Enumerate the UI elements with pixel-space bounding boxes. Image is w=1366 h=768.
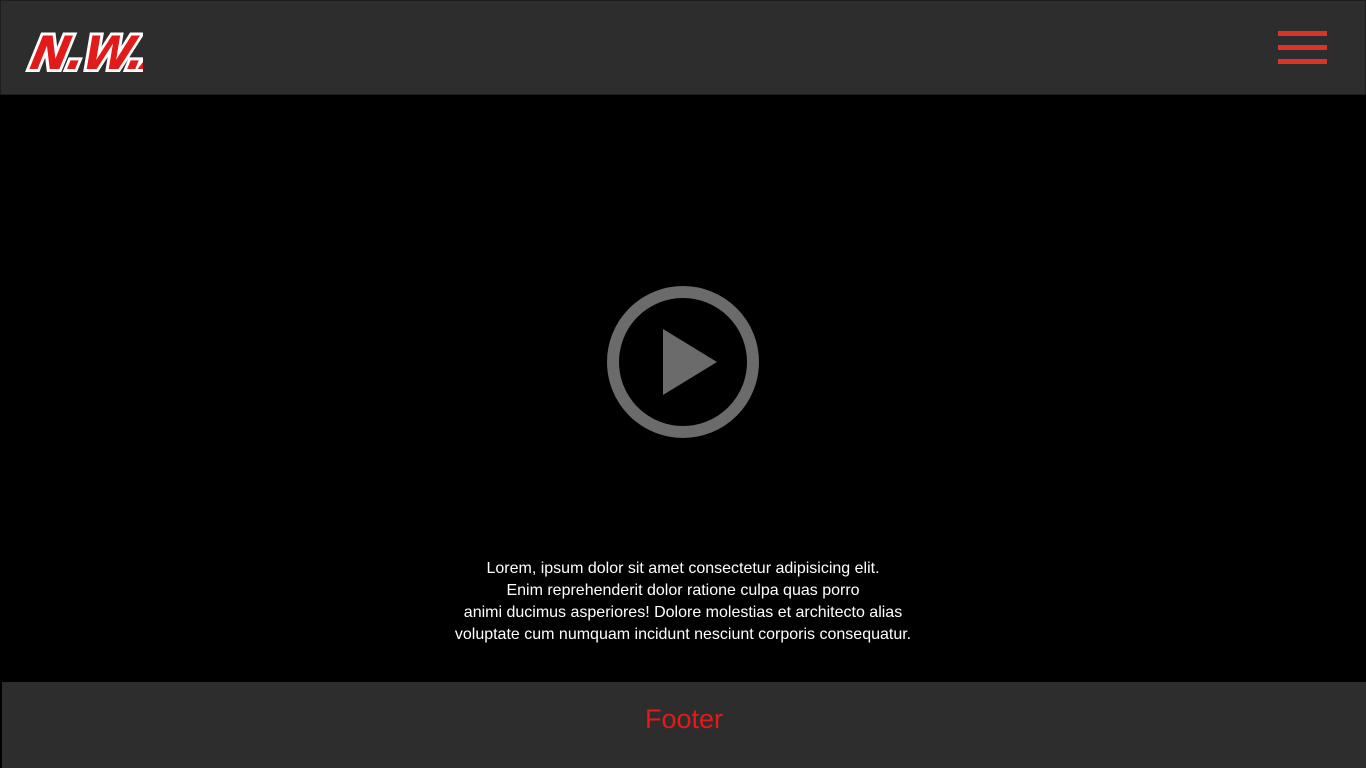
nwa-logo-graphic: N.W.A: [23, 23, 143, 81]
video-caption: Lorem, ipsum dolor sit amet consectetur …: [383, 558, 983, 646]
play-circle-icon: [607, 286, 759, 438]
page: N.W.A Lorem, ipsum dolor sit amet consec…: [0, 0, 1366, 768]
menu-bar-top: [1278, 31, 1327, 36]
site-header: N.W.A: [0, 0, 1366, 95]
footer-label: Footer: [644, 704, 724, 734]
menu-bar-bottom: [1278, 59, 1327, 64]
logo-text: N.W.A: [26, 26, 143, 79]
caption-line: Enim reprehenderit dolor ratione culpa q…: [506, 582, 860, 599]
menu-bar-middle: [1278, 45, 1327, 50]
caption-line: voluptate cum numquam incidunt nesciunt …: [454, 626, 912, 643]
caption-line: animi ducimus asperiores! Dolore molesti…: [463, 604, 903, 621]
caption-line: Lorem, ipsum dolor sit amet consectetur …: [486, 560, 880, 577]
play-button[interactable]: [605, 284, 761, 440]
video-player[interactable]: Lorem, ipsum dolor sit amet consectetur …: [0, 95, 1366, 682]
site-footer: Footer: [2, 682, 1366, 768]
hamburger-menu-icon[interactable]: [1275, 28, 1329, 68]
site-logo[interactable]: N.W.A: [23, 19, 143, 81]
